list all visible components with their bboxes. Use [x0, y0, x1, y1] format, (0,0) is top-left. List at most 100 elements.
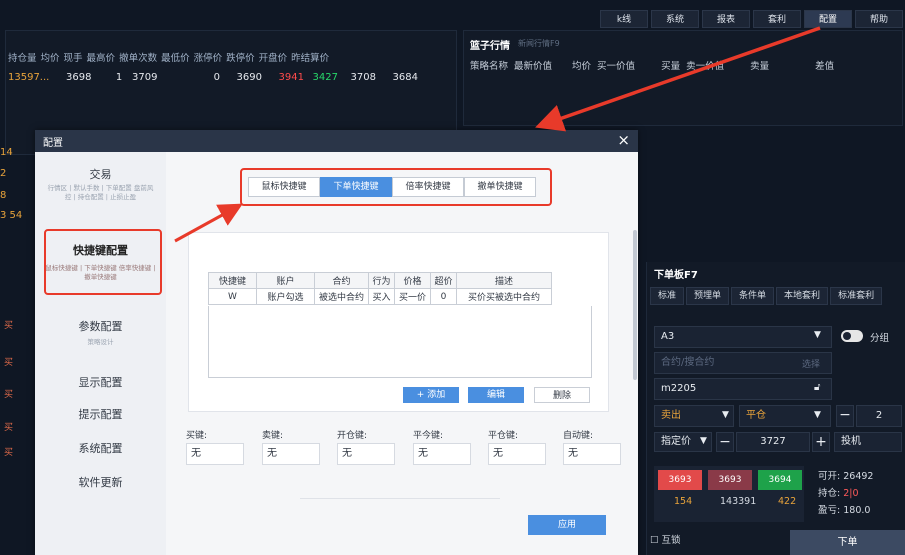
qty-minus-button[interactable]: −: [836, 405, 854, 427]
dialog-title: 配置: [43, 138, 63, 149]
vol-right: 422: [778, 496, 797, 507]
hold-label: 持仓:: [818, 488, 841, 499]
menu-report[interactable]: 报表: [702, 10, 750, 28]
cell-cancel: 0: [213, 72, 220, 83]
col-latest-value: 最新价值: [514, 61, 553, 72]
close-key-label: 平仓键:: [488, 431, 519, 441]
menu-system[interactable]: 系统: [651, 10, 699, 28]
buy-label: 买: [4, 390, 14, 400]
apply-button[interactable]: 应用: [528, 515, 606, 535]
market-header: 持仓量 均价 现手 最高价 撤单次数 最低价 涨停价 跌停价 开盘价 昨结算价: [8, 50, 329, 64]
cell-low: 3690: [236, 72, 262, 83]
th-over-price: 超价: [430, 272, 457, 289]
menu-config[interactable]: 配置: [804, 10, 852, 28]
lock-checkbox-label: 互锁: [661, 535, 681, 546]
col-cancel-count: 撤单次数: [119, 53, 158, 64]
col-limit-down: 跌停价: [226, 53, 255, 64]
pnl-value: 180.0: [843, 505, 871, 516]
edit-button[interactable]: 编辑: [468, 387, 524, 403]
account-select[interactable]: A3: [654, 326, 832, 348]
col-strategy-name: 策略名称: [470, 61, 509, 72]
hold-value: 2|0: [843, 488, 859, 499]
tab-local-arb[interactable]: 本地套利: [776, 287, 829, 305]
buy-key-label: 买键:: [186, 431, 208, 441]
buy-label: 买: [4, 358, 14, 368]
tab-cancel-hotkey[interactable]: 撤单快捷键: [464, 177, 536, 197]
sidebar-item-system[interactable]: 系统配置: [35, 440, 166, 456]
vol-mid: 143391: [720, 496, 757, 507]
side-value: 14: [0, 147, 13, 158]
lock-icon[interactable]: 🔓︎: [814, 382, 820, 393]
submit-order-button[interactable]: 下单: [790, 530, 905, 555]
close-today-key-input[interactable]: 无: [413, 443, 471, 465]
delete-button[interactable]: 删除: [534, 387, 590, 403]
sidebar-item-params[interactable]: 参数配置: [35, 318, 166, 334]
qty-field[interactable]: 2: [856, 405, 902, 427]
auto-key-input[interactable]: 无: [563, 443, 621, 465]
buy-key-input[interactable]: 无: [186, 443, 244, 465]
tab-order-hotkey[interactable]: 下单快捷键: [320, 177, 392, 197]
price-plus-button[interactable]: +: [812, 432, 830, 452]
sidebar-item-trade-sub: 行情区 | 默认手数 | 下单配置 盘前风控 | 持仓配置 | 止损止盈: [47, 184, 154, 201]
price-minus-button[interactable]: −: [716, 432, 734, 452]
buy-label: 买: [4, 321, 14, 331]
cell-contract: 被选中合约: [314, 288, 369, 305]
order-tabs: 标准 预埋单 条件单 本地套利 标准套利: [650, 287, 883, 305]
close-key-input[interactable]: 无: [488, 443, 546, 465]
strategy-title: 篮子行情: [470, 41, 510, 52]
chevron-down-icon: ▼: [700, 436, 707, 446]
strategy-subtitle: 新闻行情F9: [518, 39, 560, 48]
buy-price-button[interactable]: 3694: [758, 470, 802, 490]
sell-key-input[interactable]: 无: [262, 443, 320, 465]
menu-kline[interactable]: k线: [600, 10, 648, 28]
sell-price-button[interactable]: 3693: [658, 470, 702, 490]
sidebar-item-display[interactable]: 显示配置: [35, 374, 166, 390]
contract-select-button[interactable]: 选择: [802, 357, 820, 370]
col-bid: 买一价值: [597, 61, 636, 72]
tab-preset[interactable]: 预埋单: [686, 287, 730, 305]
menu-help[interactable]: 帮助: [855, 10, 903, 28]
tab-standard[interactable]: 标准: [650, 287, 685, 305]
lock-checkbox[interactable]: ☐ 互锁: [650, 532, 681, 546]
open-key-label: 开仓键:: [337, 431, 368, 441]
dialog-sidebar: 交易 行情区 | 默认手数 | 下单配置 盘前风控 | 持仓配置 | 止损止盈 …: [35, 152, 166, 555]
menu-arbitrage[interactable]: 套利: [753, 10, 801, 28]
mode-select[interactable]: 投机: [834, 432, 902, 452]
col-avg: 均价: [572, 61, 592, 72]
col-open: 开盘价: [258, 53, 288, 64]
section-divider: [300, 498, 500, 508]
mid-price[interactable]: 3693: [708, 470, 752, 490]
dialog-scrollbar[interactable]: [633, 230, 637, 380]
market-row[interactable]: 13597... 3698 1 3709 0 3690 3941 3427 37…: [8, 72, 418, 83]
price-field[interactable]: 3727: [736, 432, 810, 452]
col-last-qty: 现手: [63, 53, 83, 64]
sidebar-item-alerts[interactable]: 提示配置: [35, 406, 166, 422]
tab-standard-arb[interactable]: 标准套利: [830, 287, 883, 305]
sidebar-item-update[interactable]: 软件更新: [35, 474, 166, 490]
table-row[interactable]: W 账户勾选 被选中合约 买入 买一价 0 买价买被选中合约: [208, 288, 552, 305]
col-bid-vol: 买量: [661, 61, 681, 72]
open-available: 可开: 26492: [818, 468, 873, 482]
open-key-input[interactable]: 无: [337, 443, 395, 465]
contract-field[interactable]: m2205: [654, 378, 832, 400]
tab-conditional[interactable]: 条件单: [731, 287, 775, 305]
add-button[interactable]: + 添加: [403, 387, 459, 403]
sidebar-item-trade[interactable]: 交易: [35, 166, 166, 182]
col-ask-vol: 卖量: [750, 61, 770, 72]
chevron-down-icon: ▼: [814, 330, 821, 340]
cell-last-qty: 1: [115, 72, 123, 83]
close-icon[interactable]: ×: [617, 131, 630, 149]
side-value: 8: [0, 190, 7, 201]
th-action: 行为: [368, 272, 395, 289]
col-prev-settle: 昨结算价: [291, 53, 330, 64]
hotkey-table-empty-area: [208, 306, 592, 378]
sidebar-highlight-box: [44, 229, 162, 295]
tab-multiplier-hotkey[interactable]: 倍率快捷键: [392, 177, 464, 197]
open-label: 可开:: [818, 471, 841, 482]
side-value: 3 54: [0, 210, 23, 221]
side-value: 2: [0, 168, 7, 179]
tab-mouse-hotkey[interactable]: 鼠标快捷键: [248, 177, 320, 197]
group-toggle[interactable]: [841, 330, 863, 342]
cell-price: 买一价: [394, 288, 431, 305]
top-menu: k线 系统 报表 套利 配置 帮助: [600, 10, 903, 28]
